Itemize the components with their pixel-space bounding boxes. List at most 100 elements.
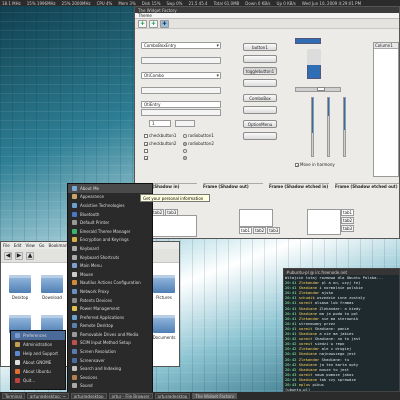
save-icon[interactable]: ✚ xyxy=(149,20,158,28)
tab-bottom-3[interactable]: tab3 xyxy=(267,227,281,234)
tab-bottom-2[interactable]: tab2 xyxy=(253,227,267,234)
tab-right-3[interactable]: tab3 xyxy=(341,225,355,232)
task-terminal-2[interactable]: artur@desktop: ~ xyxy=(26,393,69,399)
task-terminal[interactable]: Terminal xyxy=(2,393,25,399)
preference-icon xyxy=(72,185,77,191)
preferences-item[interactable]: Removable Drives and Media xyxy=(68,330,152,339)
preference-icon xyxy=(72,220,77,226)
combobox[interactable]: ComboBox xyxy=(243,94,277,102)
stock-icon[interactable]: ✚ xyxy=(160,20,169,28)
folder-icon[interactable] xyxy=(153,275,175,293)
preferences-item[interactable]: Screen Resolution xyxy=(68,347,152,356)
button1-label: button1 xyxy=(252,45,268,50)
preferences-item[interactable]: Sound xyxy=(68,382,152,391)
hscale-handle[interactable] xyxy=(317,87,325,91)
preferences-item-label: Emerald Theme Manager xyxy=(80,228,131,234)
preferences-item[interactable]: Screensaver xyxy=(68,356,152,365)
togglebutton1[interactable]: togglebutton1 xyxy=(243,67,277,75)
checkbutton2[interactable]: ✓ checkbutton2 xyxy=(144,141,176,146)
folder-icon[interactable] xyxy=(153,315,175,333)
vscale-1[interactable] xyxy=(311,97,314,157)
main-menu-item[interactable]: Quit... xyxy=(11,376,65,385)
move-in-harmony-label: Move in harmony xyxy=(300,162,335,167)
tab-right-2[interactable]: tab2 xyxy=(341,217,355,224)
main-menu-item[interactable]: Administration xyxy=(11,340,65,349)
combo-box-entry[interactable]: ComboBoxEntry xyxy=(141,42,221,49)
forward-arrow-icon[interactable]: ▶ xyxy=(15,251,23,260)
checkbutton3[interactable] xyxy=(144,149,148,153)
frame-shadow-etched-out-label: Frame (Shadow etched out) xyxy=(335,184,398,189)
preferences-item-label: Removable Drives and Media xyxy=(80,331,139,337)
button1[interactable]: button1 xyxy=(243,43,277,51)
up-arrow-icon[interactable]: ▲ xyxy=(26,251,34,260)
move-in-harmony-check[interactable]: ✓ Move in harmony xyxy=(295,162,335,167)
optionmenu[interactable]: OptionMenu xyxy=(243,120,277,128)
preferences-item[interactable]: About Me xyxy=(68,184,152,193)
menu-theme[interactable]: Theme xyxy=(138,13,152,18)
horizontal-scale[interactable] xyxy=(295,38,321,44)
panel-clock[interactable]: Wed Jun 10, 2009 4:29:01 PM xyxy=(302,1,361,6)
task-file-browser[interactable]: artur - File Browser xyxy=(108,393,153,399)
preferences-item[interactable]: Encryption and Keyrings xyxy=(68,236,152,245)
preferences-item-label: Power Management xyxy=(80,306,120,312)
column1-header[interactable]: Column1 xyxy=(374,43,398,49)
checkbutton1[interactable]: checkbutton1 xyxy=(144,133,176,138)
preference-icon xyxy=(72,349,77,355)
radiobutton2[interactable]: radiobutton2 xyxy=(183,141,214,146)
preferences-item-label: Search and Indexing xyxy=(80,366,122,372)
task-terminal-4[interactable]: artur@desktop xyxy=(154,393,191,399)
preferences-item[interactable]: Keyboard Shortcuts xyxy=(68,253,152,262)
preferences-item[interactable]: Sessions xyxy=(68,373,152,382)
task-terminal-3[interactable]: artur@desktop xyxy=(70,393,107,399)
preferences-item[interactable]: Preferred Applications xyxy=(68,313,152,322)
preferences-item[interactable]: Patents Devices xyxy=(68,296,152,305)
menu-edit[interactable]: Edit xyxy=(14,243,22,248)
radiobutton1[interactable]: radiobutton1 xyxy=(183,133,214,138)
preferences-item[interactable]: Network Proxy xyxy=(68,287,152,296)
oti-combo[interactable]: OtiCombo xyxy=(141,72,221,79)
preferences-item-label: Nautilus Actions Configuration xyxy=(80,280,141,286)
panel-load: 21.5 45.4 xyxy=(188,0,208,6)
main-menu-item[interactable]: About GNOME xyxy=(11,358,65,367)
back-arrow-icon[interactable]: ◀ xyxy=(4,251,12,260)
tab-bottom-1[interactable]: tab1 xyxy=(239,227,253,234)
main-menu-item-label: Help and Support xyxy=(23,351,58,356)
folder-icon[interactable] xyxy=(9,275,31,293)
main-menu-item[interactable]: Preferences xyxy=(11,331,65,340)
radiobutton4[interactable] xyxy=(183,156,187,160)
text-entry[interactable]: OtiEntry xyxy=(141,101,221,108)
tree-view[interactable]: Column1 xyxy=(373,42,399,177)
preferences-item[interactable]: Emerald Theme Manager xyxy=(68,227,152,236)
preferences-item[interactable]: Keyboard xyxy=(68,244,152,253)
preferences-item[interactable]: Remote Desktop xyxy=(68,322,152,331)
preferences-item[interactable]: Default Printer xyxy=(68,218,152,227)
frame-shadow-etched-in-label: Frame (Shadow etched in) xyxy=(269,184,329,189)
panel-mem: Mem 3% xyxy=(118,0,136,6)
preferences-item[interactable]: Search and Indexing xyxy=(68,364,152,373)
menu-view[interactable]: View xyxy=(25,243,35,248)
tooltip: Get your personal information xyxy=(140,194,210,202)
radiobutton3[interactable] xyxy=(183,149,187,153)
preferences-item[interactable]: SCIM Input Method Setup xyxy=(68,339,152,348)
optionmenu-disabled xyxy=(243,132,277,140)
preferences-item[interactable]: Bluetooth xyxy=(68,210,152,219)
preferences-item[interactable]: Assistive Technologies xyxy=(68,201,152,210)
spin-button[interactable]: 1 xyxy=(149,120,171,127)
preferences-item[interactable]: Main Menu xyxy=(68,261,152,270)
preferences-item[interactable]: Nautilus Actions Configuration xyxy=(68,279,152,288)
vscale-2[interactable] xyxy=(327,97,330,157)
preferences-item[interactable]: Mouse xyxy=(68,270,152,279)
preferences-item[interactable]: Power Management xyxy=(68,304,152,313)
vscale-3[interactable] xyxy=(343,97,346,157)
tab-right-1[interactable]: tab1 xyxy=(341,209,355,216)
frame-shadow-out-label: Frame (Shadow out) xyxy=(203,184,249,189)
main-menu-item[interactable]: About Ubuntu xyxy=(11,367,65,376)
main-menu-item[interactable]: Help and Support xyxy=(11,349,65,358)
preference-icon xyxy=(72,271,77,277)
checkbutton4[interactable]: ✓ xyxy=(144,156,148,161)
menu-file[interactable]: File xyxy=(3,243,10,248)
folder-icon[interactable] xyxy=(41,275,63,293)
menu-go[interactable]: Go xyxy=(39,243,45,248)
task-widget-factory[interactable]: The Widget Factory xyxy=(192,393,238,399)
open-icon[interactable]: ✚ xyxy=(138,20,147,28)
